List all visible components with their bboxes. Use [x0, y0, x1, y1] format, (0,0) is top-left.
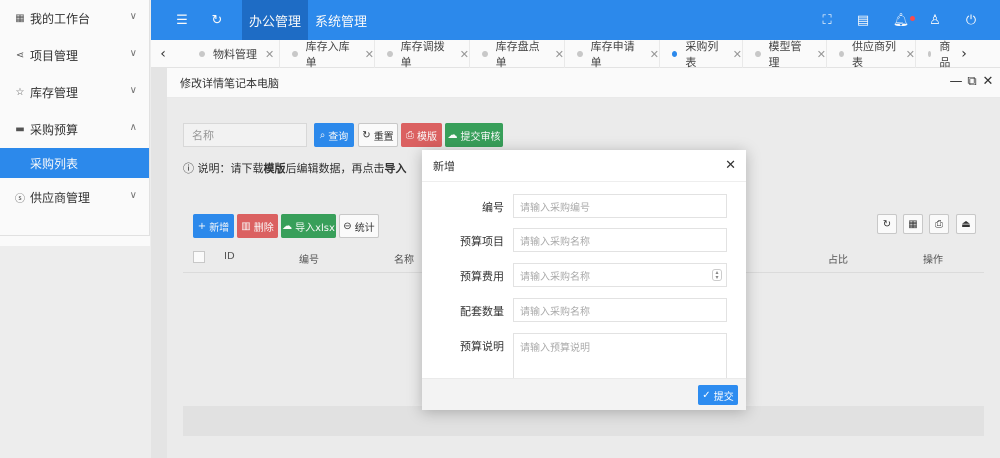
- modal-footer: ✓ 提交: [422, 378, 746, 410]
- add-modal: 新增 ✕ 编号 请输入采购编号 预算项目 请输入采购名称 预算费用 请输入采购名…: [422, 150, 746, 410]
- form-row-description: 预算说明 请输入预算说明: [422, 333, 746, 381]
- code-input[interactable]: 请输入采购编号: [513, 194, 727, 218]
- form-row-cost: 预算费用 请输入采购名称 ▴ ▾: [422, 263, 746, 287]
- stepper-icon[interactable]: ▴ ▾: [712, 269, 722, 281]
- submit-button[interactable]: ✓ 提交: [698, 385, 738, 405]
- quantity-input[interactable]: 请输入采购名称: [513, 298, 727, 322]
- cost-input[interactable]: 请输入采购名称 ▴ ▾: [513, 263, 727, 287]
- close-icon[interactable]: ✕: [725, 158, 736, 173]
- form-row-quantity: 配套数量 请输入采购名称: [422, 298, 746, 322]
- form-row-code: 编号 请输入采购编号: [422, 194, 746, 218]
- project-input[interactable]: 请输入采购名称: [513, 228, 727, 252]
- check-icon: ✓: [702, 389, 714, 401]
- form-row-project: 预算项目 请输入采购名称: [422, 228, 746, 252]
- modal-title: 新增: [422, 150, 746, 182]
- description-textarea[interactable]: 请输入预算说明: [513, 333, 727, 381]
